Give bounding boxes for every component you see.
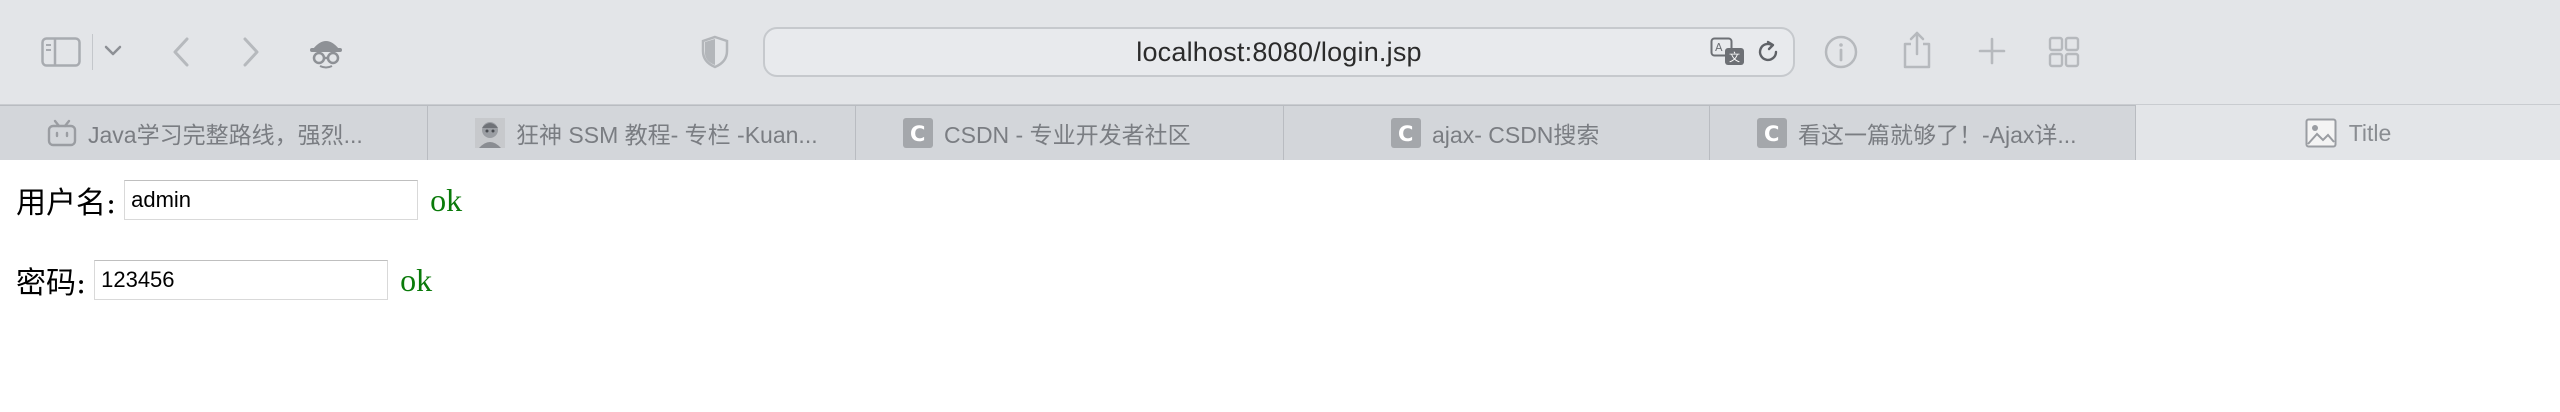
password-label: 密码: (16, 266, 87, 301)
address-bar[interactable]: localhost:8080/login.jsp A文 (763, 27, 1795, 77)
username-status: ok (430, 181, 463, 218)
svg-text:C: C (1764, 122, 1779, 146)
tab-item[interactable]: 狂神 SSM 教程- 专栏 -Kuan... (428, 105, 856, 161)
svg-text:文: 文 (1729, 50, 1740, 64)
back-arrow-icon[interactable] (166, 32, 196, 72)
tab-title: 狂神 SSM 教程- 专栏 -Kuan... (516, 122, 818, 148)
password-row: 密码: ok (16, 258, 432, 302)
chevron-down-icon[interactable] (102, 40, 124, 62)
svg-text:C: C (1398, 122, 1413, 146)
tab-title: Java学习完整路线，强烈... (88, 122, 363, 148)
translate-icon[interactable]: A文 (1709, 35, 1747, 69)
forward-arrow-icon[interactable] (236, 32, 266, 72)
tab-item-active[interactable]: Title (2136, 105, 2560, 161)
password-status: ok (400, 261, 433, 298)
password-input[interactable] (94, 260, 389, 300)
username-input[interactable] (124, 180, 419, 220)
tab-title: Title (2348, 119, 2392, 146)
username-row: 用户名: ok (16, 178, 462, 222)
toolbar-divider (92, 34, 93, 70)
tab-item[interactable]: C ajax- CSDN搜索 (1284, 105, 1710, 161)
info-icon[interactable] (1822, 33, 1860, 71)
bilibili-icon (46, 117, 78, 149)
url-text[interactable]: localhost:8080/login.jsp (765, 29, 1793, 75)
svg-text:C: C (910, 122, 925, 146)
browser-toolbar: localhost:8080/login.jsp A文 (0, 0, 2560, 104)
share-icon[interactable] (1898, 28, 1936, 72)
svg-text:A: A (1715, 41, 1723, 54)
csdn-icon: C (902, 117, 934, 149)
avatar-icon (474, 117, 506, 149)
tab-bar: Java学习完整路线，强烈... 狂神 SSM 教程- 专栏 -Kuan... … (0, 104, 2560, 161)
tab-title: 看这一篇就够了！-Ajax详... (1798, 122, 2077, 148)
csdn-icon: C (1390, 117, 1422, 149)
image-icon (2305, 117, 2337, 149)
tab-item[interactable]: Java学习完整路线，强烈... (0, 105, 428, 161)
tab-overview-icon[interactable] (2046, 34, 2082, 70)
tab-title: CSDN - 专业开发者社区 (944, 122, 1191, 148)
tab-title: ajax- CSDN搜索 (1432, 122, 1600, 148)
reload-icon[interactable] (1753, 37, 1783, 67)
privacy-mask-icon[interactable] (304, 30, 348, 74)
page-content: 用户名: ok 密码: ok (0, 160, 2560, 412)
username-label: 用户名: (16, 186, 117, 221)
shield-icon[interactable] (698, 34, 732, 70)
tab-item[interactable]: C CSDN - 专业开发者社区 (856, 105, 1284, 161)
sidebar-toggle-icon[interactable] (38, 34, 84, 70)
tab-item[interactable]: C 看这一篇就够了！-Ajax详... (1710, 105, 2136, 161)
new-tab-plus-icon[interactable] (1974, 33, 2010, 69)
csdn-icon: C (1756, 117, 1788, 149)
